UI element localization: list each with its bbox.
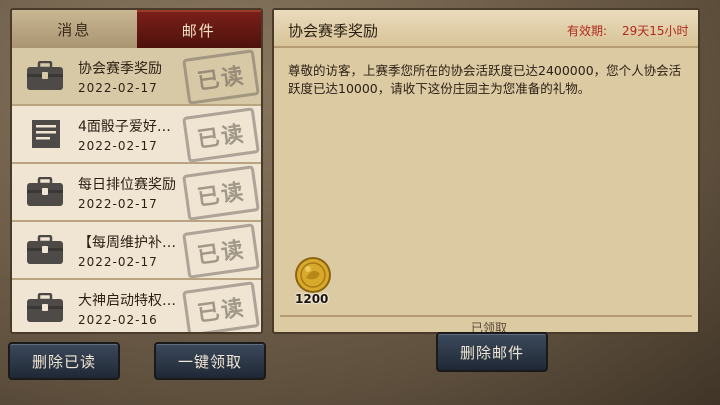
briefcase-icon — [27, 177, 63, 206]
mail-date: 2022-02-17 — [78, 139, 158, 153]
mail-list-panel: 消息 邮件 协会赛季奖励 2022-02-17 已读 4面骰子爱好… 2022-… — [10, 8, 263, 334]
tab-bar: 消息 邮件 — [12, 10, 261, 48]
read-stamp: 已读 — [182, 165, 260, 220]
mail-date: 2022-02-17 — [78, 255, 158, 269]
reward-count: 1200 — [295, 292, 329, 306]
mail-date: 2022-02-16 — [78, 313, 158, 327]
mail-detail-panel: 协会赛季奖励 有效期: 29天15小时 尊敬的访客，上赛季您所在的协会活跃度已达… — [272, 8, 700, 335]
expire-label: 有效期: — [567, 24, 608, 38]
expire-value: 29天15小时 — [622, 24, 689, 38]
delete-mail-button[interactable]: 删除邮件 — [436, 332, 548, 372]
mail-item[interactable]: 4面骰子爱好… 2022-02-17 已读 — [12, 106, 261, 164]
mail-body: 尊敬的访客，上赛季您所在的协会活跃度已达2400000，您个人协会活跃度已达10… — [288, 63, 682, 96]
briefcase-icon — [27, 235, 63, 264]
delete-read-button[interactable]: 删除已读 — [8, 342, 120, 380]
mail-title: 每日排位赛奖励 — [78, 177, 176, 193]
mail-item[interactable]: 大神启动特权… 2022-02-16 已读 — [12, 280, 261, 332]
read-stamp: 已读 — [182, 281, 260, 332]
briefcase-icon — [27, 61, 63, 90]
mail-list[interactable]: 协会赛季奖励 2022-02-17 已读 4面骰子爱好… 2022-02-17 … — [12, 48, 261, 332]
detail-title: 协会赛季奖励 — [288, 22, 379, 40]
briefcase-icon — [27, 293, 63, 322]
claim-all-button[interactable]: 一键领取 — [154, 342, 266, 380]
mail-item[interactable]: 协会赛季奖励 2022-02-17 已读 — [12, 48, 261, 106]
mail-title: 【每周维护补… — [78, 235, 176, 251]
divider — [280, 315, 692, 317]
mail-item[interactable]: 每日排位赛奖励 2022-02-17 已读 — [12, 164, 261, 222]
read-stamp: 已读 — [182, 107, 260, 162]
mail-item[interactable]: 【每周维护补… 2022-02-17 已读 — [12, 222, 261, 280]
tab-messages[interactable]: 消息 — [12, 10, 137, 48]
read-stamp: 已读 — [182, 223, 260, 278]
mail-title: 协会赛季奖励 — [78, 61, 162, 77]
gold-coin-icon[interactable] — [294, 256, 332, 294]
mail-date: 2022-02-17 — [78, 81, 158, 95]
document-icon — [32, 120, 60, 148]
read-stamp: 已读 — [182, 49, 260, 104]
mail-title: 大神启动特权… — [78, 293, 176, 309]
detail-header: 协会赛季奖励 有效期: 29天15小时 — [274, 10, 698, 48]
mail-title: 4面骰子爱好… — [78, 119, 171, 135]
mail-date: 2022-02-17 — [78, 197, 158, 211]
tab-mail[interactable]: 邮件 — [136, 10, 261, 48]
